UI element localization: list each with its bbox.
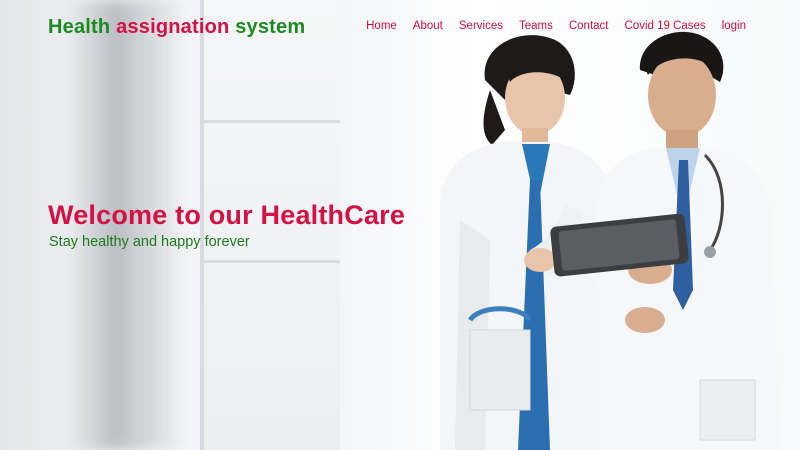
brand-part-system: system [229, 16, 306, 38]
nav-about[interactable]: About [413, 20, 443, 32]
hero-subtitle: Stay healthy and happy forever [49, 234, 250, 250]
doctors-photo [440, 31, 780, 450]
nav-teams[interactable]: Teams [519, 20, 553, 32]
main-nav: Home About Services Teams Contact Covid … [350, 20, 746, 32]
brand-logo[interactable]: Health assignation system [48, 16, 305, 39]
brand-part-assignation: assignation [116, 16, 230, 38]
nav-services[interactable]: Services [459, 20, 503, 32]
nav-home[interactable]: Home [366, 20, 397, 32]
hero-title: Welcome to our HealthCare [48, 200, 406, 230]
nav-covid-cases[interactable]: Covid 19 Cases [625, 20, 706, 32]
nav-contact[interactable]: Contact [569, 20, 609, 32]
brand-part-health: Health [48, 16, 117, 38]
nav-login[interactable]: login [722, 20, 746, 32]
